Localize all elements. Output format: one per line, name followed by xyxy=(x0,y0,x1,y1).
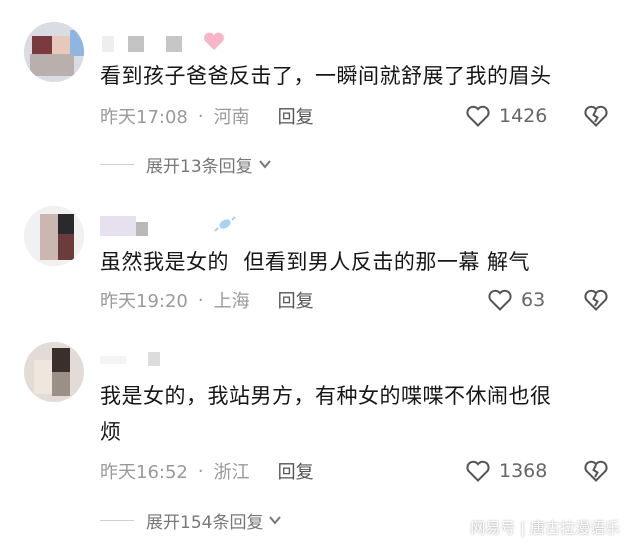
username-blurred[interactable] xyxy=(98,30,238,58)
heart-outline-icon xyxy=(466,105,490,127)
broken-heart-icon xyxy=(584,105,608,127)
source-watermark: 网易号 | 唐古拉漫语乐 xyxy=(470,519,620,537)
chevron-down-icon xyxy=(269,516,282,525)
comment-time: 昨天16:52 xyxy=(100,462,188,483)
separator-dot: · xyxy=(197,289,204,311)
divider-line xyxy=(100,163,134,165)
pink-heart-emoji-icon xyxy=(202,30,226,52)
dislike-button[interactable] xyxy=(583,103,609,129)
avatar[interactable] xyxy=(24,22,84,82)
comment-text-line: 烦 xyxy=(100,420,122,444)
expand-replies-label: 展开154条回复 xyxy=(146,512,264,533)
like-count: 1426 xyxy=(499,105,548,127)
comment-time: 昨天17:08 xyxy=(100,107,188,128)
username-blurred[interactable] xyxy=(98,348,238,376)
divider-line xyxy=(100,519,134,521)
dislike-button[interactable] xyxy=(583,287,609,313)
broken-heart-icon xyxy=(584,289,608,311)
comment-location: 河南 xyxy=(213,107,250,128)
heart-outline-icon xyxy=(488,289,512,311)
comment-time: 昨天19:20 xyxy=(100,291,188,312)
expand-replies-label: 展开13条回复 xyxy=(146,156,253,177)
broken-heart-icon xyxy=(584,460,608,482)
expand-replies-button[interactable]: 展开13条回复 xyxy=(100,150,273,178)
avatar[interactable] xyxy=(24,206,84,266)
comment-text: 我是女的，我站男方，有种女的喋喋不休闹也很 烦 xyxy=(100,378,620,450)
expand-replies-button[interactable]: 展开154条回复 xyxy=(100,506,283,534)
candy-emoji-icon xyxy=(214,214,236,234)
avatar[interactable] xyxy=(24,342,84,402)
reply-button[interactable]: 回复 xyxy=(278,287,314,313)
dislike-button[interactable] xyxy=(583,458,609,484)
like-button[interactable]: 63 xyxy=(487,285,545,315)
reply-button[interactable]: 回复 xyxy=(278,458,314,484)
like-button[interactable]: 1368 xyxy=(465,456,547,486)
comment-location: 浙江 xyxy=(213,462,250,483)
comment-text: 看到孩子爸爸反击了，一瞬间就舒展了我的眉头 xyxy=(100,64,552,88)
username-blurred[interactable] xyxy=(98,214,238,242)
comment-text: 虽然我是女的 但看到男人反击的那一幕 解气 xyxy=(100,250,531,274)
heart-outline-icon xyxy=(466,460,490,482)
chevron-down-icon xyxy=(258,160,271,169)
like-count: 63 xyxy=(521,289,546,311)
separator-dot: · xyxy=(197,460,204,482)
like-button[interactable]: 1426 xyxy=(465,101,547,131)
reply-button[interactable]: 回复 xyxy=(278,103,314,129)
comment-location: 上海 xyxy=(213,291,250,312)
separator-dot: · xyxy=(197,105,204,127)
comment-text-line: 我是女的，我站男方，有种女的喋喋不休闹也很 xyxy=(100,384,552,408)
like-count: 1368 xyxy=(499,460,548,482)
